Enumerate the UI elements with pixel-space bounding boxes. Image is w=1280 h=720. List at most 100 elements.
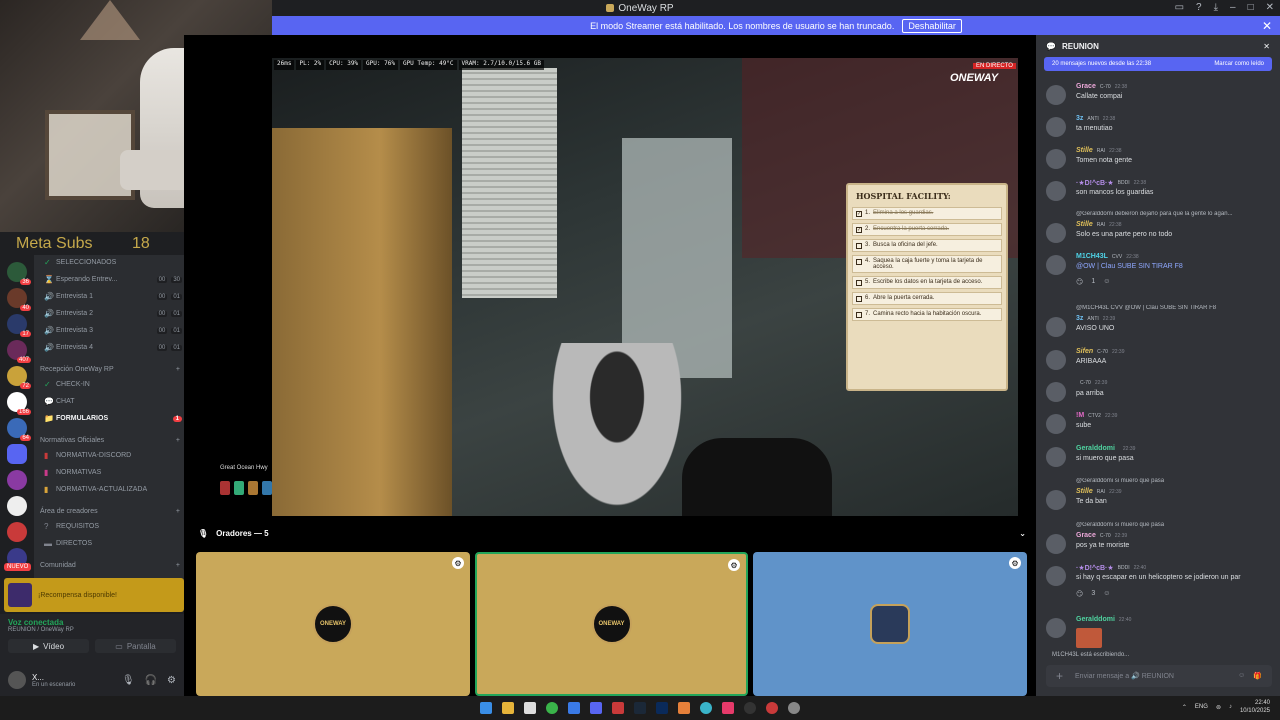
video-button[interactable]: ▶ Vídeo: [8, 639, 89, 653]
edge-icon[interactable]: [700, 702, 712, 714]
minimize-button[interactable]: –: [1230, 2, 1236, 13]
message-list: Grace C-70 22:38 Callate compai 3z ANTI 22:38…: [1036, 75, 1280, 660]
username: X...: [32, 672, 45, 682]
avatar: [1046, 490, 1066, 510]
chat-title: REUNION: [1061, 41, 1099, 51]
channel-item[interactable]: ? REQUISITOS: [44, 522, 182, 531]
mission-step: 3. Busca la oficina del jefe.: [852, 239, 1002, 252]
avatar[interactable]: [8, 671, 26, 689]
chrome-alt-icon[interactable]: [766, 702, 778, 714]
download-icon[interactable]: ⤓: [1214, 2, 1218, 13]
channel-item[interactable]: ▮ NORMATIVAS: [44, 468, 182, 477]
photoshop-icon[interactable]: [656, 702, 668, 714]
speaker-tile[interactable]: ONEWAY ⚙: [475, 552, 748, 696]
server-icon[interactable]: 64: [7, 418, 31, 441]
chat-input[interactable]: + Enviar mensaje a 🔊 REUNION ☺ 🎁: [1046, 665, 1272, 687]
channel-item[interactable]: ✓ CHECK-IN: [44, 380, 182, 389]
server-icon[interactable]: 17: [7, 314, 31, 337]
file-explorer-icon[interactable]: [502, 702, 514, 714]
gift-icon[interactable]: 🎁: [1253, 672, 1262, 680]
speaker-tile[interactable]: ONEWAY ⚙: [196, 552, 470, 696]
checked-icon: ✓: [856, 211, 862, 217]
screen-share-button[interactable]: ▭ Pantalla: [95, 639, 176, 653]
folder-icon: 📁: [44, 414, 54, 423]
voice-channel[interactable]: 🔊 Entrevista 2 00 01: [44, 309, 182, 318]
server-icon[interactable]: 40: [7, 288, 31, 311]
speaker-avatar: [870, 604, 910, 644]
close-button[interactable]: ✕: [1266, 2, 1274, 13]
new-messages-bar[interactable]: 20 mensajes nuevos desde las 22:38 Marca…: [1044, 57, 1272, 71]
category-normativas[interactable]: Normativas Oficiales +: [40, 437, 180, 444]
folder-icon[interactable]: [7, 444, 27, 464]
category-comunidad[interactable]: Comunidad +: [40, 562, 180, 569]
voice-channel[interactable]: 🔊 Entrevista 3 00 01: [44, 326, 182, 335]
voice-channel[interactable]: ⌛ Esperando Entrev... 00 30: [44, 275, 182, 284]
scene-chair: [682, 438, 832, 516]
channel-item[interactable]: ▬ DIRECTOS: [44, 539, 182, 548]
server-icon[interactable]: [7, 470, 27, 490]
reward-avatar: [8, 583, 32, 607]
taskbar: ⌃ ENG ⊚ ♪ 22:40 10/10/2025: [0, 696, 1280, 720]
voice-channel[interactable]: 🔊 Entrevista 1 00 01: [44, 292, 182, 301]
chat-header: 💬 REUNION ✕: [1036, 35, 1280, 57]
server-icon[interactable]: 166: [7, 392, 31, 415]
category-recepcion[interactable]: Recepción OneWay RP +: [40, 366, 180, 373]
microphone-icon[interactable]: 🎙: [122, 675, 135, 686]
channel-item[interactable]: 💬 CHAT: [44, 397, 182, 406]
close-icon[interactable]: ✕: [1263, 42, 1270, 51]
emoji-icon[interactable]: ☺: [1238, 672, 1245, 680]
server-icon[interactable]: 72: [7, 366, 31, 389]
server-icon[interactable]: [7, 522, 27, 542]
gear-icon[interactable]: ⚙: [167, 675, 176, 686]
server-icon[interactable]: 36: [7, 262, 31, 285]
inbox-icon[interactable]: ▭: [1175, 2, 1184, 13]
help-icon[interactable]: ?: [1196, 2, 1202, 13]
voice-channel[interactable]: 🔊 Entrevista 4 00 01: [44, 343, 182, 352]
maximize-button[interactable]: □: [1248, 2, 1254, 13]
voice-channel-name[interactable]: REUNION / OneWay RP: [8, 627, 176, 633]
obs-icon[interactable]: [744, 702, 756, 714]
chevron-up-icon[interactable]: ⌃: [1182, 704, 1187, 711]
category-creadores[interactable]: Área de creadores +: [40, 508, 180, 515]
mail-icon[interactable]: [568, 702, 580, 714]
avatar: [1046, 618, 1066, 638]
user-panel: X... En un escenario 🎙 🎧 ⚙: [0, 664, 184, 696]
close-banner-icon[interactable]: ✕: [1262, 19, 1272, 33]
reward-banner[interactable]: ¡Recompensa disponible!: [4, 578, 184, 612]
screen-icon: ▭: [115, 641, 123, 651]
server-icon[interactable]: 407: [7, 340, 31, 363]
volume-icon[interactable]: ♪: [1229, 704, 1232, 710]
headphones-icon[interactable]: 🎧: [145, 675, 157, 686]
clock[interactable]: 22:40 10/10/2025: [1240, 699, 1270, 715]
speakers-header[interactable]: 🎙 Oradores — 5 ⌄: [184, 521, 1036, 546]
language-indicator[interactable]: ENG: [1195, 704, 1208, 710]
mention-badge: 1: [172, 415, 182, 422]
calendar-icon[interactable]: [524, 702, 536, 714]
settings-icon[interactable]: [788, 702, 800, 714]
settings-icon[interactable]: ⚙: [452, 557, 464, 569]
speaker-tile[interactable]: ⚙: [753, 552, 1027, 696]
plus-icon[interactable]: +: [1056, 669, 1063, 683]
settings-icon[interactable]: ⚙: [1009, 557, 1021, 569]
reaction[interactable]: 😏 1 ☺: [1076, 278, 1110, 286]
network-icon[interactable]: ⊚: [1216, 704, 1221, 711]
mission-step: ✓ 2. Encuentra la puerta cerrada.: [852, 223, 1002, 236]
chevron-down-icon[interactable]: ⌄: [1019, 529, 1026, 538]
reaction[interactable]: 😏 3 ☺: [1076, 590, 1110, 598]
steam-icon[interactable]: [634, 702, 646, 714]
discord-icon[interactable]: [590, 702, 602, 714]
settings-icon[interactable]: ⚙: [728, 559, 740, 571]
channel-item[interactable]: 📁 FORMULARIOS 1: [44, 414, 182, 423]
server-icon[interactable]: [7, 496, 27, 516]
channel-item[interactable]: ▮ NORMATIVA-DISCORD: [44, 451, 182, 460]
checked-icon: ✓: [856, 227, 862, 233]
mark-read-button[interactable]: Marcar como leído: [1214, 61, 1264, 67]
channel-item[interactable]: ▮ NORMATIVA-ACTUALIZADA: [44, 485, 182, 494]
disable-streamer-button[interactable]: Deshabilitar: [902, 18, 962, 33]
vlc-icon[interactable]: [678, 702, 690, 714]
chrome-icon[interactable]: [546, 702, 558, 714]
capcut-icon[interactable]: [722, 702, 734, 714]
channel-item[interactable]: ✓ SELECCIONADOS: [44, 258, 182, 267]
start-icon[interactable]: [480, 702, 492, 714]
app-icon[interactable]: [612, 702, 624, 714]
